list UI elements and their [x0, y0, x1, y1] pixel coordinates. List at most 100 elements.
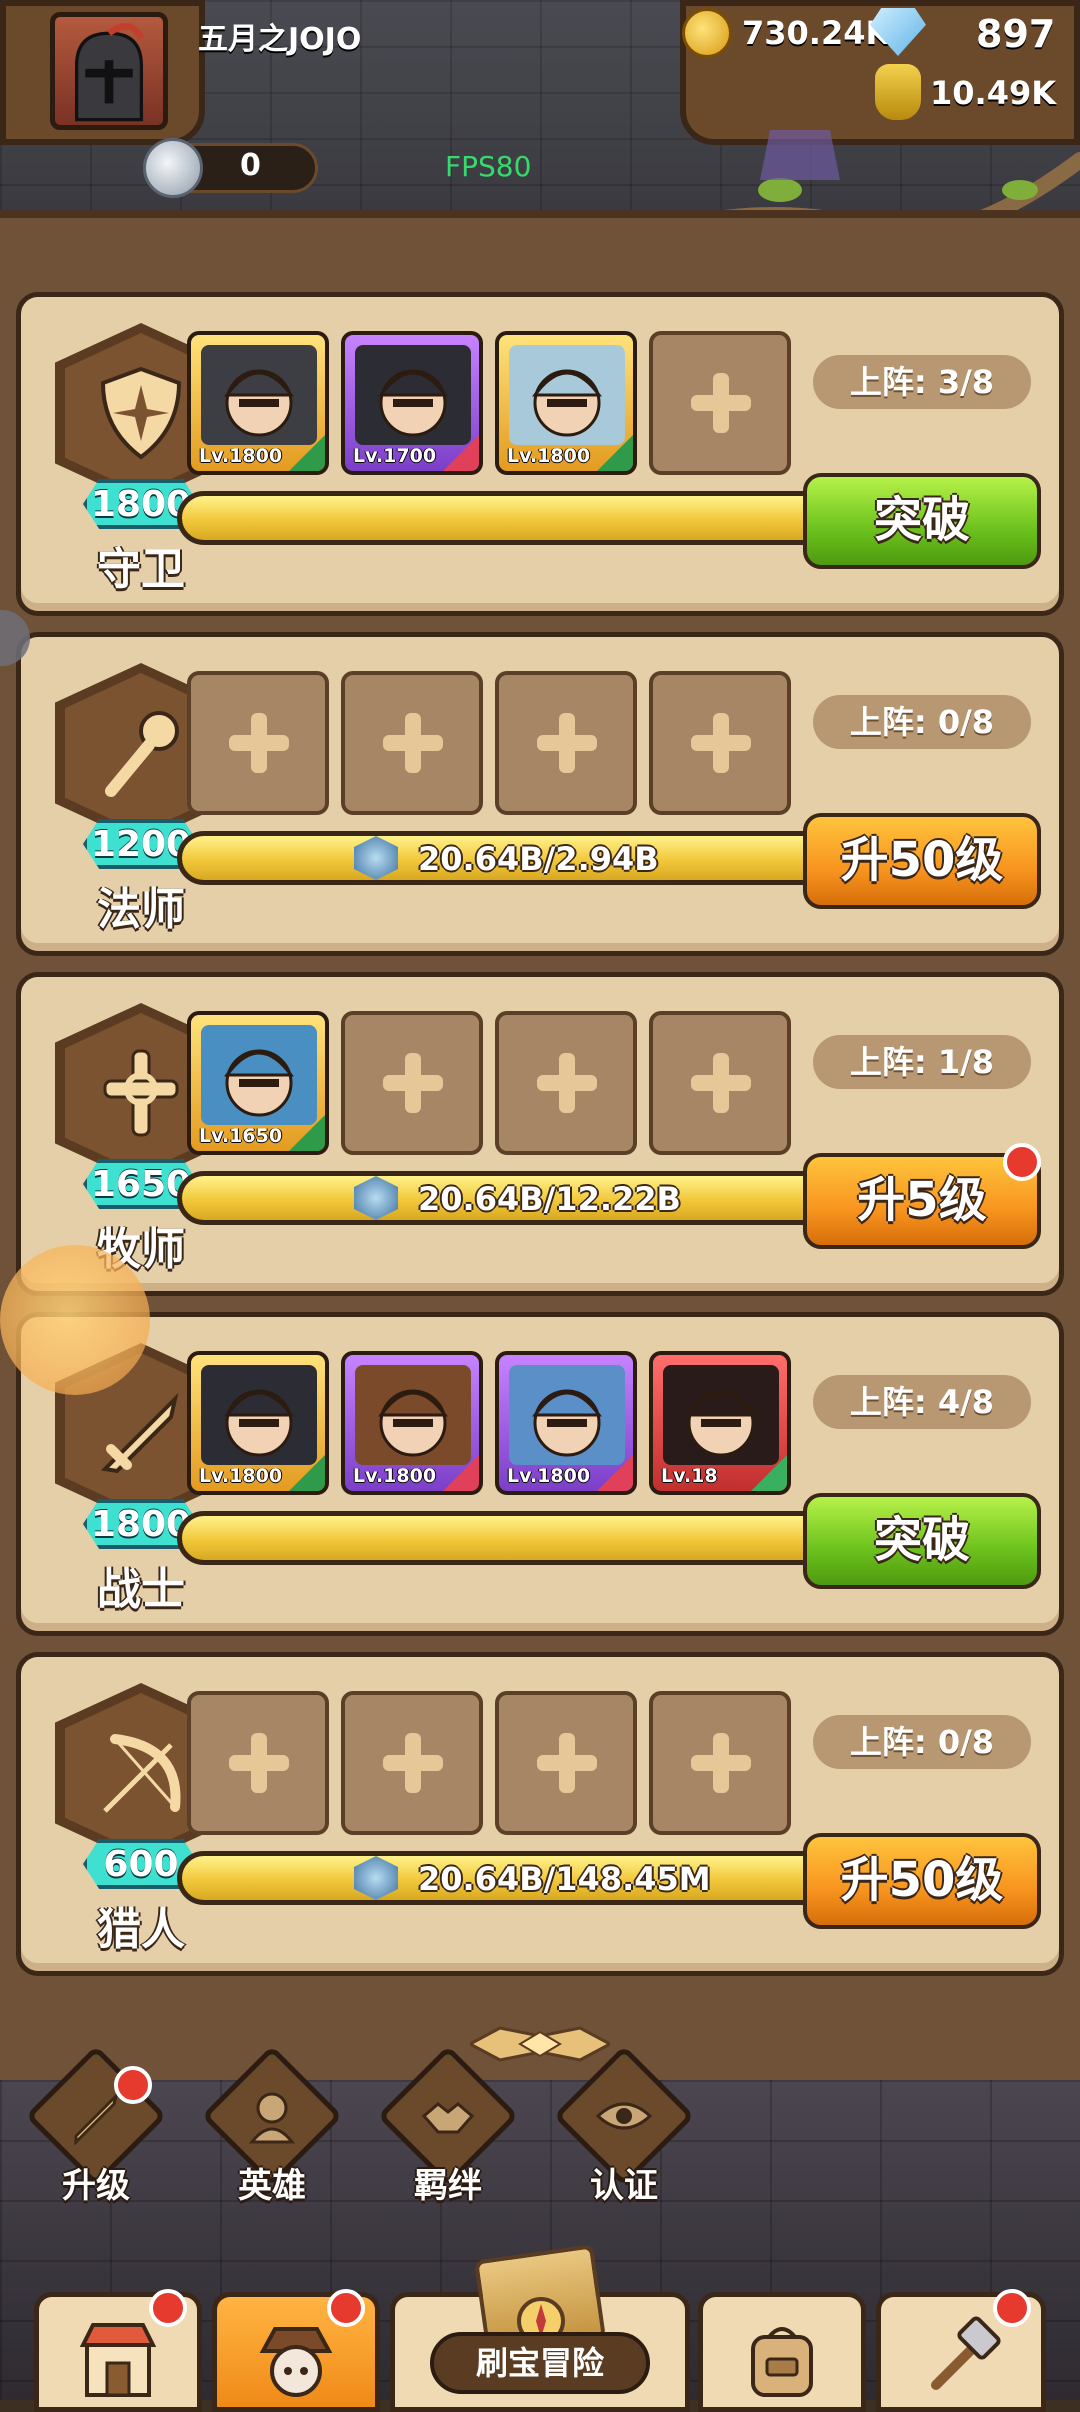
- empty-hero-slot[interactable]: [341, 671, 483, 815]
- tab-upgrade[interactable]: 升级: [25, 2045, 167, 2206]
- upgrade-progress-bar: [177, 1511, 817, 1565]
- upgrade-progress-bar: 20.64B/12.22B: [177, 1171, 817, 1225]
- hero-slot-row: Lv.1800 Lv.1700 Lv.1800: [177, 331, 817, 479]
- class-action-button[interactable]: 升50级: [803, 813, 1041, 909]
- onstage-count: 上阵: 0/8: [813, 1715, 1031, 1769]
- empty-hero-slot[interactable]: [341, 1691, 483, 1835]
- magic-staff-icon: [105, 711, 179, 797]
- empty-hero-slot[interactable]: [187, 671, 329, 815]
- nav-shop[interactable]: [34, 2289, 202, 2412]
- plus-icon: [383, 1053, 443, 1113]
- hero-level: Lv.18: [661, 1465, 718, 1487]
- hero-level: Lv.1800: [507, 445, 591, 467]
- class-card: 1650 牧师 Lv.1650 上阵: 1/8 20.64B/12.22B 升5级: [16, 972, 1064, 1296]
- plus-icon: [537, 1053, 597, 1113]
- gold-amount: 730.24K: [742, 14, 891, 52]
- crystal-shard-icon: [354, 836, 398, 880]
- plus-icon: [383, 713, 443, 773]
- class-action-button[interactable]: 升50级: [803, 1833, 1041, 1929]
- hero-card[interactable]: Lv.1650: [187, 1011, 329, 1155]
- hero-card[interactable]: Lv.1800: [187, 331, 329, 475]
- profile-frame[interactable]: [0, 0, 205, 145]
- silver-amount: 0: [240, 148, 261, 183]
- hero-icon: [248, 2092, 296, 2144]
- plus-icon: [383, 1733, 443, 1793]
- empty-hero-slot[interactable]: [649, 1691, 791, 1835]
- onstage-count: 上阵: 4/8: [813, 1375, 1031, 1429]
- notification-dot: [1003, 1143, 1041, 1181]
- hero-card[interactable]: Lv.1800: [495, 331, 637, 475]
- hero-portrait-icon: [509, 345, 625, 445]
- potion-amount: 10.49K: [930, 74, 1057, 112]
- shield-icon: [100, 366, 182, 460]
- onstage-count: 上阵: 0/8: [813, 695, 1031, 749]
- hero-portrait-icon: [663, 1365, 779, 1465]
- treasure-adventure-label: 刷宝冒险: [430, 2332, 650, 2394]
- class-action-button[interactable]: 突破: [803, 1493, 1041, 1589]
- crystal-shard-icon: [354, 1176, 398, 1220]
- potion-icon: [875, 64, 921, 120]
- notification-dot: [327, 2289, 365, 2327]
- tab-upgrade-label: 升级: [62, 2166, 130, 2206]
- empty-hero-slot[interactable]: [495, 671, 637, 815]
- tab-certification[interactable]: 认证: [553, 2045, 695, 2206]
- hero-card[interactable]: Lv.1800: [495, 1351, 637, 1495]
- hero-portrait-icon: [355, 345, 471, 445]
- empty-hero-slot[interactable]: [649, 671, 791, 815]
- holy-cross-icon: [103, 1049, 179, 1137]
- nav-treasure-adventure[interactable]: 刷宝冒险: [390, 2244, 690, 2400]
- hero-portrait-icon: [201, 1365, 317, 1465]
- notification-dot: [149, 2289, 187, 2327]
- tab-bonds[interactable]: 羁绊: [377, 2045, 519, 2206]
- handshake-icon: [421, 2102, 475, 2134]
- nav-forge[interactable]: [876, 2289, 1046, 2412]
- tab-heroes-label: 英雄: [238, 2166, 306, 2206]
- backpack-icon: [751, 2327, 813, 2397]
- nav-heroes[interactable]: [212, 2289, 380, 2412]
- hero-portrait-icon: [201, 1025, 317, 1125]
- class-action-button[interactable]: 突破: [803, 473, 1041, 569]
- empty-hero-slot[interactable]: [649, 331, 791, 475]
- empty-hero-slot[interactable]: [649, 1011, 791, 1155]
- player-name: 五月之JOJO: [198, 22, 362, 57]
- hero-slot-row: [177, 671, 817, 819]
- hero-portrait-icon: [509, 1365, 625, 1465]
- class-card: 1200 法师 上阵: 0/8 20.64B/2.94B 升50级: [16, 632, 1064, 956]
- plus-icon: [691, 373, 751, 433]
- hero-slot-row: Lv.1800 Lv.1800 Lv.1800 Lv.18: [177, 1351, 817, 1499]
- hero-slot-row: [177, 1691, 817, 1839]
- upgrade-cost-text: 20.64B/2.94B: [418, 840, 659, 878]
- empty-hero-slot[interactable]: [341, 1011, 483, 1155]
- eye-icon: [595, 2102, 653, 2130]
- tab-heroes[interactable]: 英雄: [201, 2045, 343, 2206]
- plus-icon: [537, 713, 597, 773]
- plus-icon: [691, 713, 751, 773]
- hero-card[interactable]: Lv.1700: [341, 331, 483, 475]
- sword-icon: [100, 1392, 179, 1474]
- hero-card[interactable]: Lv.1800: [341, 1351, 483, 1495]
- hero-level: Lv.1650: [199, 1125, 283, 1147]
- empty-hero-slot[interactable]: [495, 1691, 637, 1835]
- plus-icon: [229, 1733, 289, 1793]
- plus-icon: [537, 1733, 597, 1793]
- class-card: 1800 战士 Lv.1800 Lv.1800 Lv.1800 Lv.18 上阵: 4/8 突…: [16, 1312, 1064, 1636]
- hero-card[interactable]: Lv.1800: [187, 1351, 329, 1495]
- hero-level: Lv.1800: [353, 1465, 437, 1487]
- upgrade-progress-bar: [177, 491, 817, 545]
- gem-amount: 897: [976, 12, 1056, 56]
- hero-portrait-icon: [201, 345, 317, 445]
- hero-level: Lv.1800: [199, 1465, 283, 1487]
- gold-coin-icon: [682, 8, 732, 58]
- nav-inventory[interactable]: [698, 2292, 866, 2412]
- hero-level: Lv.1800: [507, 1465, 591, 1487]
- crystal-shard-icon: [354, 1856, 398, 1900]
- empty-hero-slot[interactable]: [187, 1691, 329, 1835]
- collapse-chevron-icon[interactable]: [470, 2022, 610, 2066]
- hero-card[interactable]: Lv.18: [649, 1351, 791, 1495]
- silver-coin-icon: [143, 138, 203, 198]
- empty-hero-slot[interactable]: [495, 1011, 637, 1155]
- hero-level: Lv.1800: [199, 445, 283, 467]
- player-avatar[interactable]: [50, 12, 168, 130]
- hammer-icon: [931, 2316, 1001, 2390]
- floating-assistant-button[interactable]: [0, 1245, 150, 1395]
